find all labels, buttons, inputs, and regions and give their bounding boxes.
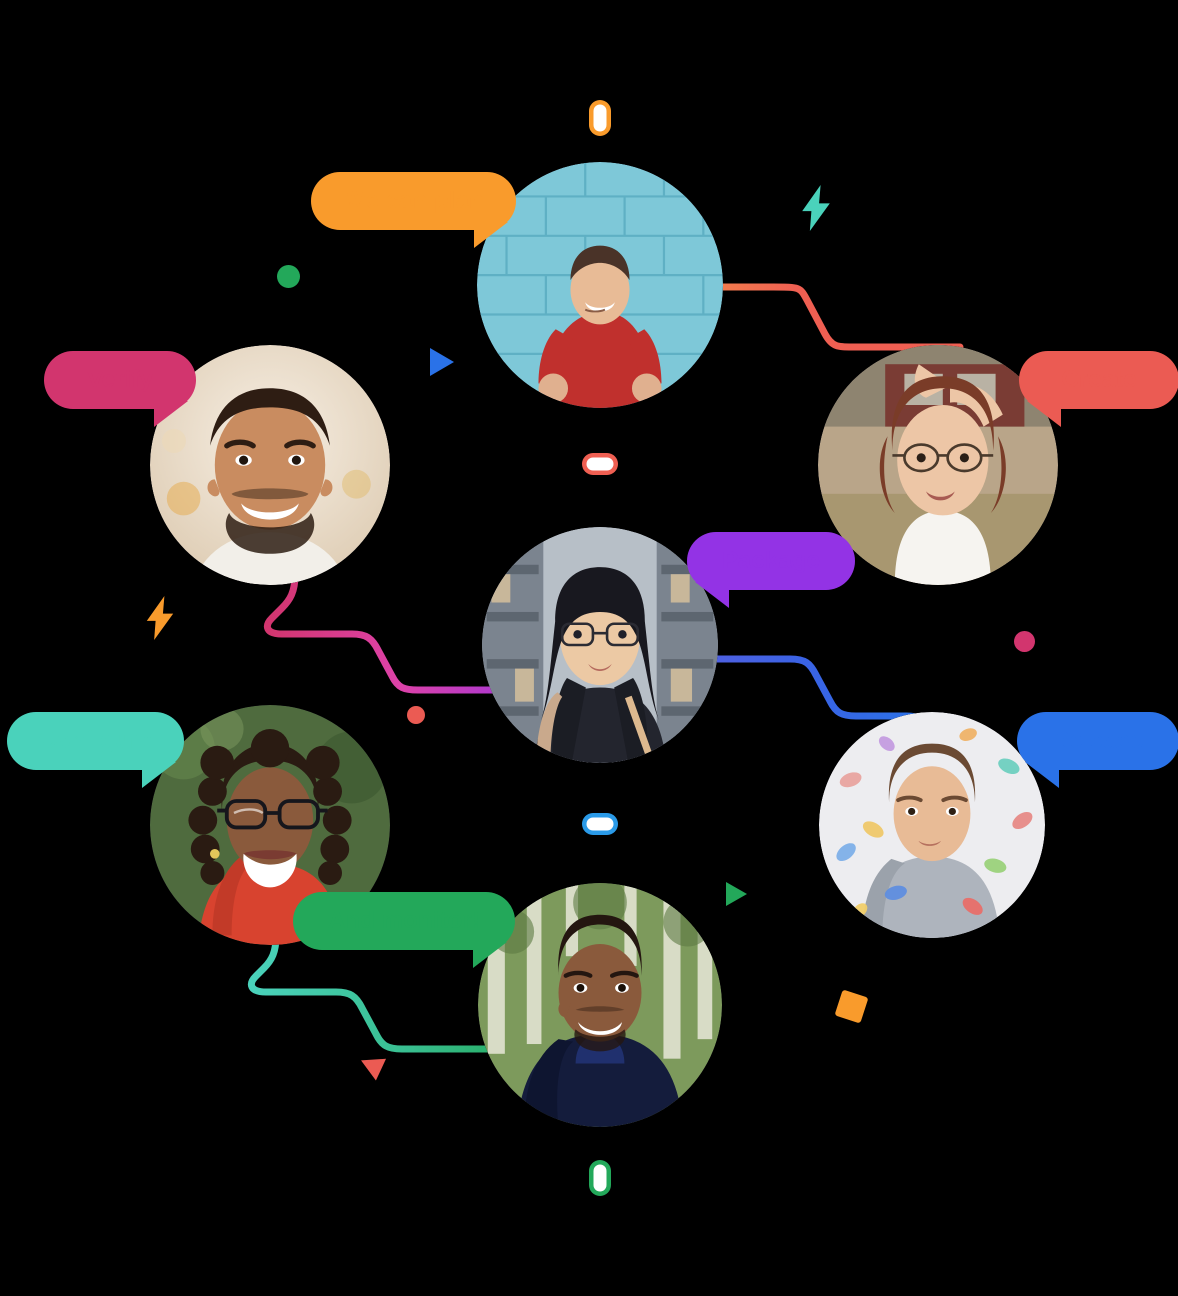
bubble-plan-label: We can plan [343,187,484,214]
bubble-tail-icon [1027,401,1061,427]
bubble-monitor[interactable]: And monitor! [293,892,515,968]
orange-square-icon [834,989,869,1024]
bubble-configure-label: Configure [38,727,153,754]
bubble-tail-icon [154,401,188,427]
green-triangle-icon [726,882,747,906]
bubble-plan[interactable]: We can plan [311,172,516,248]
bubble-tail-icon [695,582,729,608]
bubble-tail-icon [142,762,176,788]
marker-middle [582,453,618,475]
bubble-tail-icon [473,942,507,968]
marker-monitor [589,1160,611,1196]
avatar [482,527,718,763]
bubble-create[interactable]: Create [1019,351,1178,427]
magenta-dot-icon [1014,631,1035,652]
bubble-verify[interactable]: Verify [44,351,196,427]
avatar-photo [819,712,1045,938]
bubble-create-label: Create [1061,366,1137,393]
bubble-verify-label: Verify [87,366,153,393]
bubble-release-label: Release [1052,727,1144,754]
marker-plan [589,100,611,136]
bubble-package-label: Package [721,547,821,574]
bubble-monitor-label: And monitor! [328,907,480,934]
green-dot-icon [277,265,300,288]
bubble-tail-icon [1025,762,1059,788]
marker-lower [582,813,618,835]
lifecycle-graphic: We can plan Verify Create Package Config… [0,0,1178,1296]
avatar [819,712,1045,938]
teal-bolt-icon [802,185,830,231]
avatar-photo [482,527,718,763]
blue-triangle-icon [430,348,454,376]
bubble-configure[interactable]: Configure [7,712,184,788]
bubble-package[interactable]: Package [687,532,855,608]
red-dot-icon [407,706,425,724]
red-triangle-icon [355,1049,387,1081]
bubble-release[interactable]: Release [1017,712,1178,788]
orange-bolt-icon [146,596,174,640]
bubble-tail-icon [474,222,508,248]
